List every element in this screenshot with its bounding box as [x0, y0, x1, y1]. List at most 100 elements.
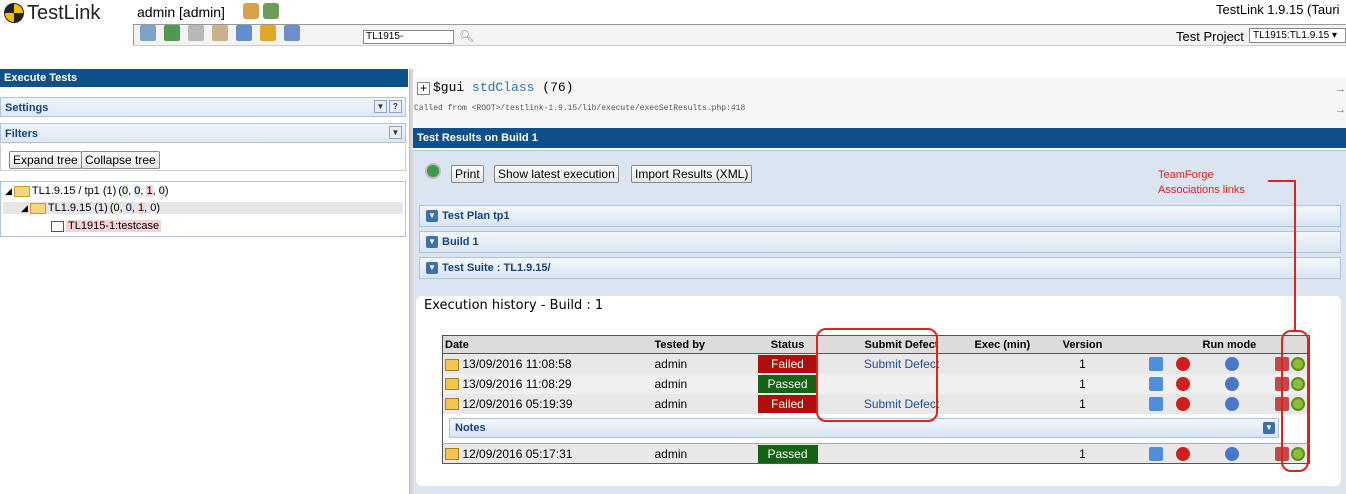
delete-icon[interactable] [1175, 376, 1190, 391]
tree-node-label: TL1.9.15 / tp1 (1) [31, 185, 117, 197]
section-label: Test Suite : TL1.9.15/ [442, 262, 551, 274]
count-passed: 0 [125, 202, 132, 214]
edit-icon[interactable] [445, 358, 459, 371]
row-version: 1 [1050, 373, 1113, 394]
section-test-suite[interactable]: ▼ Test Suite : TL1.9.15/ [419, 257, 1341, 279]
collapse-tree-button[interactable]: Collapse tree [81, 151, 160, 169]
gui-var: $gui [433, 80, 465, 95]
debug-gui-line: $gui stdClass (76) [433, 80, 573, 95]
tree-node-testplan[interactable]: ◢ TL1.9.15 / tp1 (1) (0, 0, 1, 0) [5, 185, 169, 197]
settings-panel-header[interactable]: Settings ▼ ? [0, 97, 406, 117]
user-icons [243, 3, 279, 19]
search-input[interactable]: TL1915- [363, 30, 454, 44]
count-not-run: 0 [121, 185, 129, 197]
requirements-icon[interactable] [188, 25, 204, 41]
row-tester: admin [652, 443, 745, 464]
count-blocked: 0 [158, 185, 165, 197]
testlink-logo[interactable]: TestLink [0, 0, 100, 26]
test-tree: ◢ TL1.9.15 / tp1 (1) (0, 0, 1, 0) ◢ TL1.… [0, 181, 406, 237]
tree-buttons: Expand tree Collapse tree [0, 145, 406, 171]
tree-icon[interactable] [164, 25, 180, 41]
edit-icon[interactable] [445, 448, 459, 461]
home-icon[interactable] [140, 25, 156, 41]
help-icon[interactable]: ? [389, 100, 402, 113]
gui-count: (76) [542, 80, 574, 95]
bug-icon[interactable] [1148, 376, 1163, 391]
users-icon[interactable] [236, 25, 252, 41]
main-toolbar [133, 24, 1346, 46]
section-label: Test Plan tp1 [442, 210, 510, 222]
section-test-plan[interactable]: ▼ Test Plan tp1 [419, 205, 1341, 227]
manual-run-icon [1224, 396, 1239, 411]
called-from: Called from <ROOT>/testlink-1.9.15/lib/e… [414, 104, 746, 113]
delete-icon[interactable] [1175, 396, 1190, 411]
filters-label: Filters [5, 128, 39, 140]
reports-icon[interactable] [284, 25, 300, 41]
gui-class: stdClass [472, 80, 535, 95]
expand-toggle-icon[interactable]: ◢ [21, 203, 28, 214]
tree-node-suite[interactable]: ◢ TL1.9.15 (1) (0, 0, 1, 0) [3, 202, 403, 214]
count-blocked: 0 [150, 202, 157, 214]
col-tested-by: Tested by [652, 335, 745, 354]
tree-node-testcase[interactable]: TL1915-1:testcase [51, 220, 162, 232]
expand-toggle-icon[interactable]: ◢ [5, 186, 12, 197]
toolbar-icons [140, 25, 300, 41]
settings-label: Settings [5, 102, 49, 114]
chevron-down-icon[interactable]: ▼ [1263, 422, 1275, 435]
chevron-down-icon: ▼ [426, 210, 438, 222]
section-label: Build 1 [442, 236, 479, 248]
folder-icon [13, 185, 30, 197]
bug-icon[interactable] [1148, 446, 1163, 461]
bug-icon[interactable] [1148, 357, 1163, 372]
specification-icon[interactable] [212, 25, 228, 41]
project-label: Test Project [1176, 29, 1244, 44]
project-select[interactable]: TL1915:TL1.9.15 ▾ [1249, 28, 1346, 43]
annotation-line [1268, 180, 1296, 182]
expand-tree-button[interactable]: Expand tree [9, 151, 82, 169]
row-date: 12/09/2016 05:19:39 [462, 396, 573, 411]
chevron-down-icon[interactable]: ▼ [389, 126, 402, 139]
annotation-text: TeamForge Associations links [1158, 169, 1245, 196]
col-version: Version [1050, 335, 1113, 354]
status-badge: Failed [757, 394, 818, 413]
user-label: admin [admin] [137, 4, 225, 20]
arrow-right-icon[interactable]: → [1335, 104, 1346, 116]
delete-icon[interactable] [1175, 357, 1190, 372]
count-failed: 1 [138, 202, 145, 214]
test-results-title: Test Results on Build 1 [413, 128, 1346, 148]
tree-node-label: TL1.9.15 (1) [47, 202, 108, 214]
count-not-run: 0 [113, 202, 120, 214]
notes-label: Notes [455, 422, 486, 435]
annotation-box-associations [1281, 330, 1309, 472]
col-date: Date [442, 335, 653, 354]
search-icon[interactable]: 🔍︎ [459, 29, 474, 43]
count-passed: 0 [134, 185, 141, 197]
chevron-down-icon[interactable]: ▼ [374, 100, 387, 113]
logout-icon[interactable] [263, 3, 279, 19]
logo-text: TestLink [27, 1, 101, 24]
show-latest-execution-button[interactable]: Show latest execution [494, 165, 619, 183]
col-exec-min: Exec (min) [972, 335, 1051, 354]
bug-icon[interactable] [1148, 396, 1163, 411]
testcase-label: TL1915-1:testcase [66, 220, 162, 232]
refresh-icon[interactable] [425, 163, 441, 179]
filters-panel-header[interactable]: Filters ▼ [0, 123, 406, 143]
count-failed: 1 [146, 185, 153, 197]
section-build[interactable]: ▼ Build 1 [419, 231, 1341, 253]
print-button[interactable]: Print [451, 165, 484, 183]
manual-run-icon [1224, 357, 1239, 372]
execute-icon[interactable] [260, 25, 276, 41]
row-version: 1 [1050, 353, 1113, 374]
folder-icon [29, 202, 46, 214]
edit-icon[interactable] [445, 378, 459, 391]
delete-icon[interactable] [1175, 446, 1190, 461]
version-label: TestLink 1.9.15 (Tauri [1216, 2, 1340, 17]
expand-debug-icon[interactable]: + [417, 82, 430, 95]
row-tester: admin [652, 373, 745, 394]
import-results-button[interactable]: Import Results (XML) [631, 165, 753, 183]
user-edit-icon[interactable] [243, 3, 259, 19]
edit-icon[interactable] [445, 398, 459, 411]
status-badge: Failed [757, 354, 818, 373]
project-select-value: TL1915:TL1.9.15 [1253, 30, 1330, 41]
arrow-right-icon[interactable]: → [1335, 83, 1346, 95]
